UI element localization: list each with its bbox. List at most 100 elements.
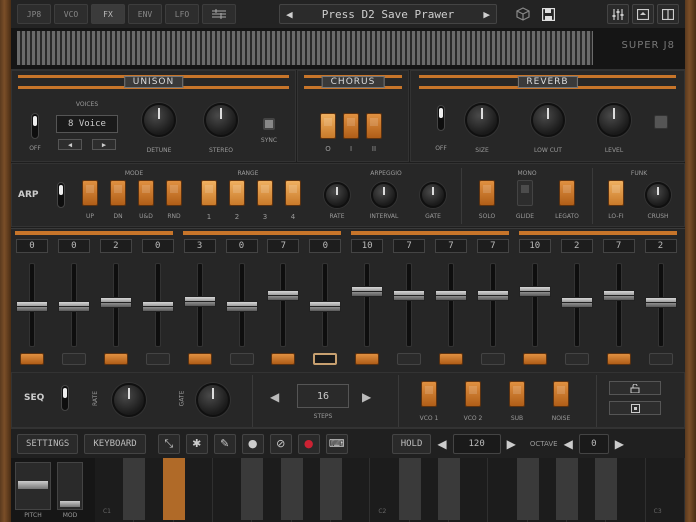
- step-slider-handle[interactable]: [435, 289, 467, 301]
- step-value[interactable]: 7: [602, 239, 635, 253]
- step-value[interactable]: 0: [57, 239, 90, 253]
- step-value[interactable]: 2: [560, 239, 593, 253]
- sync-led[interactable]: [263, 118, 275, 130]
- step-value[interactable]: 7: [476, 239, 509, 253]
- steps-prev-button[interactable]: ◀: [270, 390, 279, 404]
- sequencer-grid-icon[interactable]: [202, 4, 236, 24]
- reverb-size-knob[interactable]: [465, 103, 499, 137]
- reverb-switch[interactable]: [437, 105, 445, 131]
- step-value[interactable]: 0: [141, 239, 174, 253]
- vco1-button[interactable]: [421, 381, 437, 407]
- step-value[interactable]: 2: [644, 239, 677, 253]
- reverb-level-knob[interactable]: [597, 103, 631, 137]
- disable-icon[interactable]: ⊘: [269, 433, 292, 454]
- mono-legato-button[interactable]: [559, 180, 575, 206]
- step-slider-handle[interactable]: [267, 289, 300, 301]
- step-gate-button[interactable]: [313, 353, 338, 365]
- chorus-2-button[interactable]: [366, 113, 382, 139]
- tempo-down-button[interactable]: ◀: [437, 437, 446, 451]
- arp-range-2-button[interactable]: [229, 180, 245, 206]
- seq-switch[interactable]: [61, 385, 69, 411]
- pitch-wheel[interactable]: [15, 462, 51, 510]
- step-slider-handle[interactable]: [644, 297, 677, 309]
- black-key[interactable]: [438, 458, 460, 520]
- hold-button[interactable]: HOLD: [391, 433, 432, 454]
- step-slider-handle[interactable]: [141, 300, 174, 312]
- black-key[interactable]: [516, 458, 539, 520]
- mono-solo-button[interactable]: [479, 180, 495, 206]
- tab-env[interactable]: ENV: [128, 4, 162, 24]
- detune-knob[interactable]: [142, 103, 176, 137]
- black-key[interactable]: [398, 458, 421, 520]
- save-icon[interactable]: [537, 4, 559, 24]
- step-slider-handle[interactable]: [560, 297, 593, 309]
- keyboard-button[interactable]: KEYBOARD: [84, 433, 146, 454]
- step-slider-track[interactable]: [406, 263, 413, 347]
- step-slider-handle[interactable]: [99, 297, 132, 309]
- paste-icon[interactable]: [609, 401, 661, 415]
- preset-next-button[interactable]: ▶: [483, 8, 490, 21]
- arp-range-4-button[interactable]: [285, 180, 301, 206]
- octave-display[interactable]: 0: [578, 433, 609, 454]
- octave-up-button[interactable]: ▶: [615, 437, 624, 451]
- step-slider-track[interactable]: [364, 263, 371, 347]
- funk-crush-knob[interactable]: [645, 182, 671, 208]
- step-gate-button[interactable]: [439, 353, 463, 365]
- step-gate-button[interactable]: [61, 353, 86, 365]
- mod-wheel[interactable]: [57, 462, 83, 510]
- seq-rate-knob[interactable]: [112, 383, 146, 417]
- unison-switch[interactable]: [31, 113, 39, 139]
- step-slider-handle[interactable]: [225, 300, 258, 312]
- preset-selector[interactable]: ◀ Press D2 Save Prawer ▶: [279, 4, 497, 24]
- arp-range-3-button[interactable]: [257, 180, 273, 206]
- step-slider-handle[interactable]: [518, 285, 551, 297]
- black-key[interactable]: [556, 458, 578, 520]
- step-gate-button[interactable]: [397, 353, 422, 365]
- step-slider-handle[interactable]: [183, 295, 216, 307]
- step-slider-track[interactable]: [280, 263, 287, 347]
- black-key[interactable]: [241, 458, 264, 520]
- mini-keyboard[interactable]: [17, 31, 593, 65]
- voices-down-button[interactable]: ◀: [58, 139, 82, 150]
- piano-keyboard[interactable]: PITCH MOD C1 C2 C3: [11, 458, 685, 522]
- step-slider-handle[interactable]: [393, 289, 426, 301]
- arp-switch[interactable]: [57, 182, 65, 208]
- funk-lofi-button[interactable]: [608, 180, 624, 206]
- step-gate-button[interactable]: [480, 353, 505, 365]
- lock-icon[interactable]: [609, 381, 661, 395]
- stereo-knob[interactable]: [204, 103, 238, 137]
- step-gate-button[interactable]: [229, 353, 254, 365]
- arp-ud-button[interactable]: [138, 180, 154, 206]
- step-slider-handle[interactable]: [351, 285, 384, 297]
- black-key[interactable]: [320, 458, 342, 520]
- step-slider-track[interactable]: [448, 263, 454, 347]
- bluetooth-icon[interactable]: ✱: [185, 433, 208, 454]
- step-value[interactable]: 0: [225, 239, 258, 253]
- step-slider-handle[interactable]: [309, 300, 342, 312]
- octave-down-button[interactable]: ◀: [564, 437, 573, 451]
- record-active-icon[interactable]: ●: [297, 433, 320, 454]
- chorus-off-button[interactable]: [320, 113, 336, 139]
- step-slider-track[interactable]: [615, 263, 622, 347]
- sub-button[interactable]: [509, 381, 525, 407]
- record-icon[interactable]: ●: [241, 433, 264, 454]
- voices-up-button[interactable]: ▶: [92, 139, 116, 150]
- black-key[interactable]: [595, 458, 618, 520]
- reverb-lowcut-knob[interactable]: [531, 103, 565, 137]
- voices-display[interactable]: 8 Voice: [56, 115, 118, 133]
- black-key[interactable]: [123, 458, 146, 520]
- step-slider-handle[interactable]: [16, 300, 48, 312]
- step-value[interactable]: 7: [267, 239, 300, 253]
- step-gate-button[interactable]: [271, 353, 296, 365]
- tab-jp8[interactable]: JP8: [17, 4, 51, 24]
- steps-next-button[interactable]: ▶: [362, 390, 371, 404]
- step-value[interactable]: 10: [518, 239, 551, 253]
- window-icon[interactable]: [632, 4, 654, 24]
- vco2-button[interactable]: [465, 381, 481, 407]
- reverb-led[interactable]: [654, 115, 668, 129]
- step-value[interactable]: 3: [183, 239, 216, 253]
- seq-gate-knob[interactable]: [196, 383, 230, 417]
- arp-up-button[interactable]: [82, 180, 98, 206]
- steps-display[interactable]: 16: [297, 384, 349, 408]
- step-value[interactable]: 7: [435, 239, 467, 253]
